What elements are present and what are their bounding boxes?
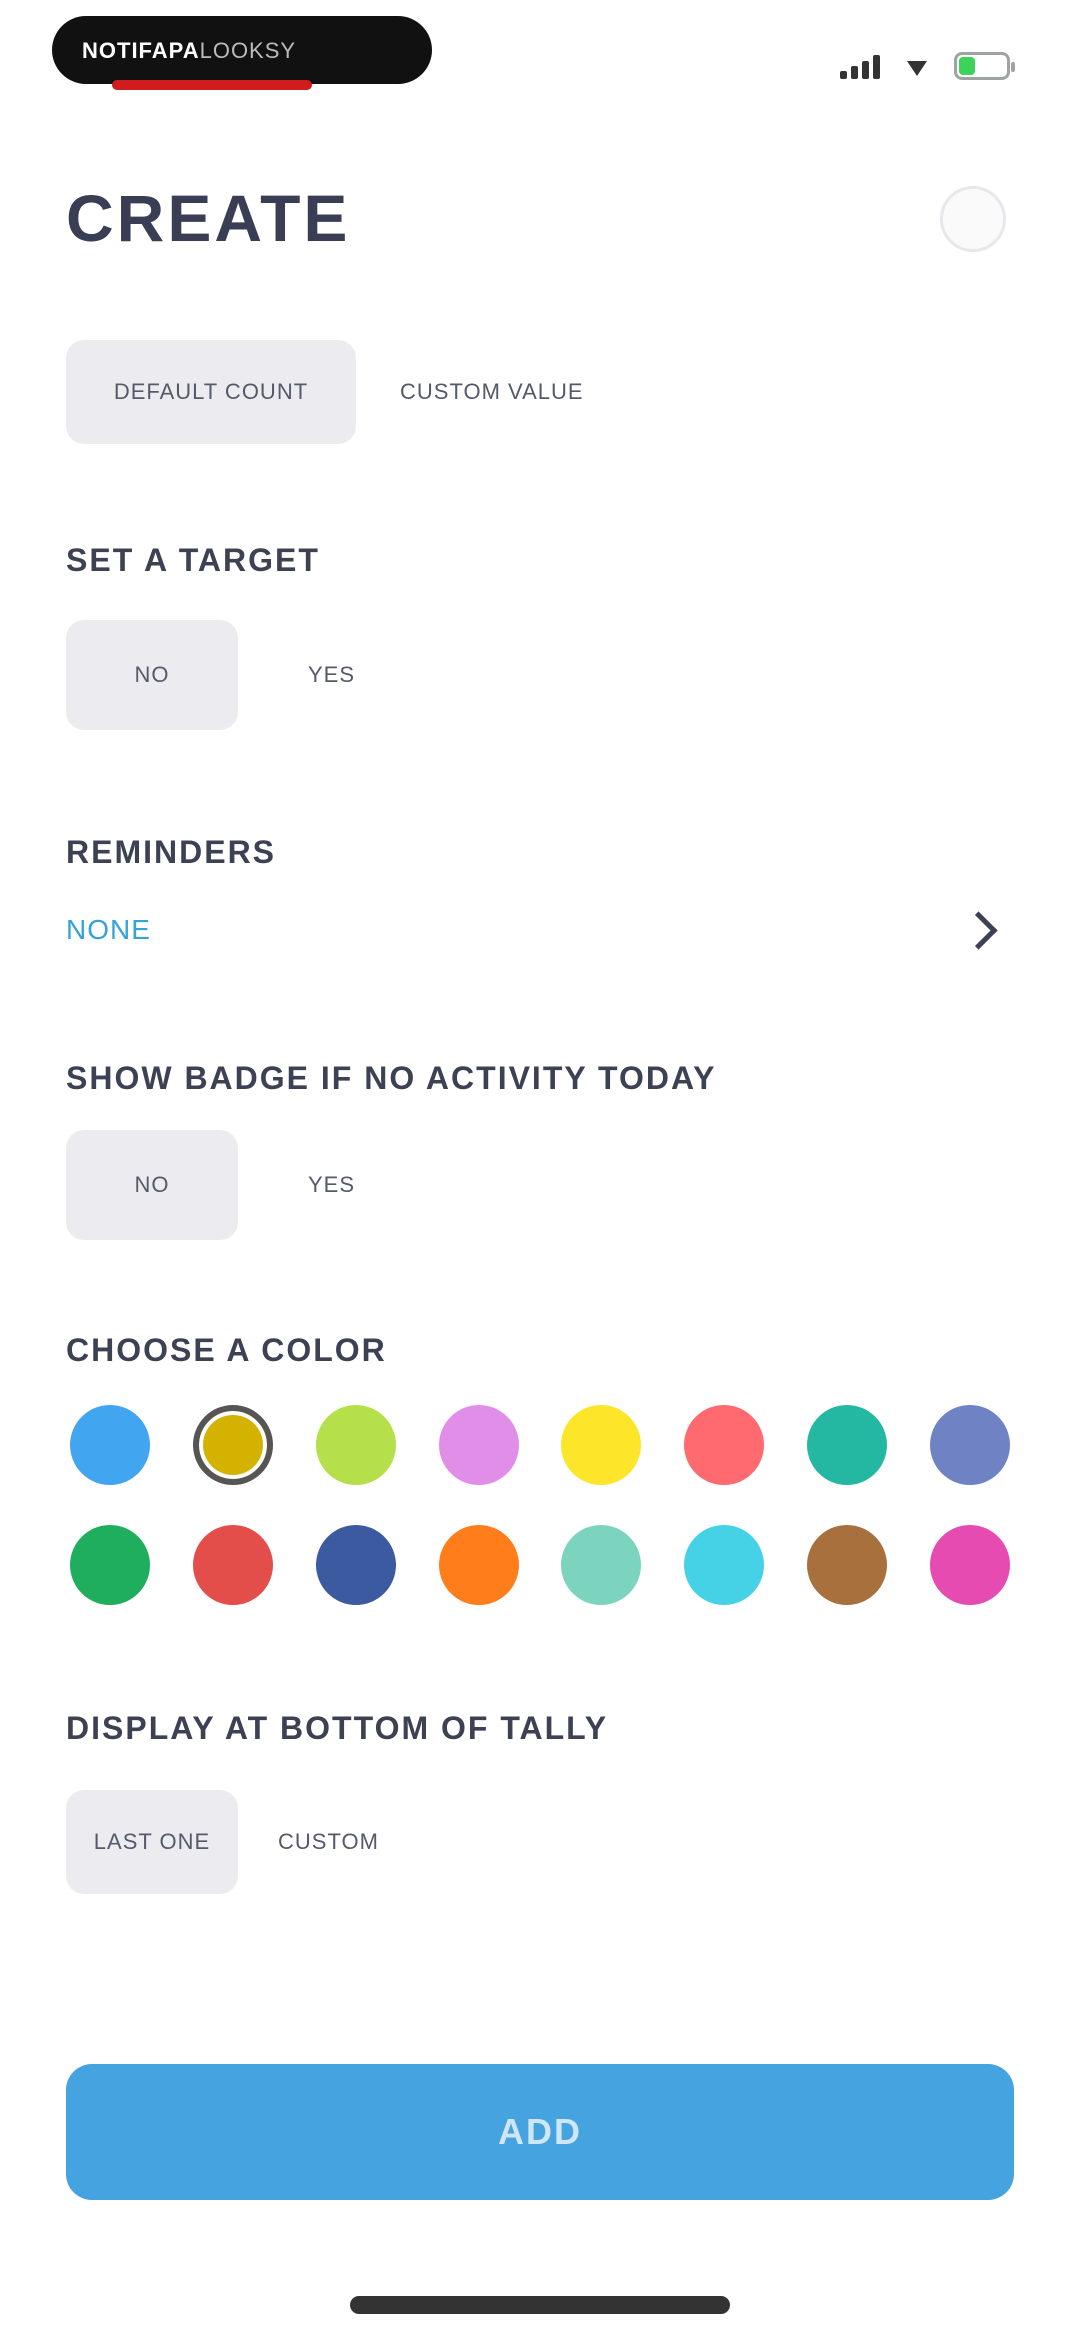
color-swatch[interactable]: [684, 1525, 765, 1605]
color-swatch[interactable]: [684, 1405, 765, 1485]
display-custom-option[interactable]: CUSTOM: [278, 1829, 379, 1855]
home-indicator: [350, 2296, 730, 2314]
color-swatch[interactable]: [807, 1405, 888, 1485]
badge-yes-option[interactable]: YES: [308, 1172, 355, 1198]
color-row: [70, 1405, 1010, 1485]
badge-segmented-control: NO YES: [66, 1130, 355, 1240]
help-button[interactable]: [940, 186, 1006, 252]
display-segmented-control: LAST ONE CUSTOM: [66, 1790, 379, 1894]
color-swatch[interactable]: [561, 1405, 642, 1485]
count-type-segmented-control: DEFAULT COUNT CUSTOM VALUE: [66, 340, 584, 444]
signal-icon: [840, 53, 880, 79]
color-row: [70, 1525, 1010, 1605]
display-last-one-option[interactable]: LAST ONE: [66, 1790, 238, 1894]
custom-value-option[interactable]: CUSTOM VALUE: [400, 379, 584, 405]
default-count-option[interactable]: DEFAULT COUNT: [66, 340, 356, 444]
display-bottom-label: DISPLAY AT BOTTOM OF TALLY: [66, 1710, 609, 1746]
status-bar-app-pill: NOTIFAPALOOKSY: [52, 16, 432, 90]
color-picker: [70, 1405, 1010, 1645]
color-swatch[interactable]: [192, 1405, 273, 1485]
choose-color-label: CHOOSE A COLOR: [66, 1332, 387, 1368]
color-swatch[interactable]: [438, 1405, 519, 1485]
color-swatch[interactable]: [70, 1405, 150, 1485]
reminders-row[interactable]: NONE: [66, 905, 1006, 955]
color-swatch[interactable]: [192, 1525, 273, 1605]
reminders-label: REMINDERS: [66, 834, 277, 870]
color-swatch[interactable]: [807, 1525, 888, 1605]
target-no-option[interactable]: NO: [66, 620, 238, 730]
color-swatch[interactable]: [561, 1525, 642, 1605]
color-swatch[interactable]: [438, 1525, 519, 1605]
color-swatch[interactable]: [929, 1525, 1010, 1605]
add-button[interactable]: ADD: [66, 2064, 1014, 2200]
color-swatch[interactable]: [70, 1525, 150, 1605]
status-icons: [840, 52, 1015, 80]
color-swatch[interactable]: [315, 1525, 396, 1605]
wifi-icon: [902, 54, 932, 78]
battery-icon: [954, 52, 1015, 80]
color-swatch[interactable]: [315, 1405, 396, 1485]
color-swatch[interactable]: [929, 1405, 1010, 1485]
status-app-label: NOTIFAPA: [82, 38, 200, 63]
target-yes-option[interactable]: YES: [308, 662, 355, 688]
status-app-label-sub: LOOKSY: [199, 38, 297, 63]
reminders-value: NONE: [66, 914, 151, 945]
status-pill-underline: [112, 80, 312, 90]
badge-no-option[interactable]: NO: [66, 1130, 238, 1240]
show-badge-label: SHOW BADGE IF NO ACTIVITY TODAY: [66, 1060, 717, 1096]
target-segmented-control: NO YES: [66, 620, 355, 730]
chevron-right-icon: [959, 910, 998, 950]
set-target-label: SET A TARGET: [66, 542, 320, 578]
page-title: CREATE: [66, 181, 351, 255]
